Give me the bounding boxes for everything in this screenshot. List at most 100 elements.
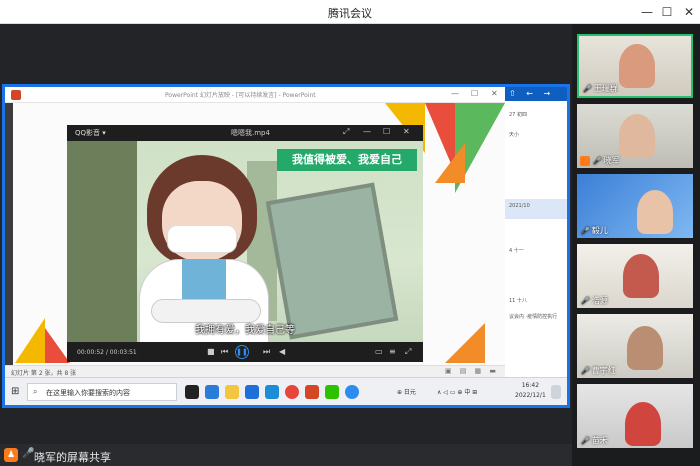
mic-icon: 🎤 (581, 227, 590, 235)
calendar-highlight (505, 199, 567, 219)
stop-icon[interactable]: ■ (207, 347, 215, 356)
player-controls: 00:00:52 / 00:03:51 ■ ⏮ ❚❚ ⏭ ◀ ▭ ≡ ⤢ (67, 342, 423, 362)
title-bar: 腾讯会议 — ☐ ✕ (0, 0, 700, 24)
volume-icon[interactable]: ◀ (279, 347, 285, 356)
player-title-bar: QQ影音 ▾ 嗯嗯我.mp4 ⤢ — ☐ ✕ (67, 125, 423, 141)
powerpoint-window: PowerPoint 幻灯片放映 - [可以持续发言] - PowerPoint… (5, 87, 505, 377)
video-filename: 嗯嗯我.mp4 (231, 129, 270, 137)
calendar-row: 2021/10 (509, 203, 530, 209)
calendar-row: 11 十八 (509, 298, 527, 304)
decor-triangle-bottom-yellow (15, 318, 45, 363)
photos-icon[interactable] (245, 385, 259, 399)
participant-name: 🎤 晓军 (593, 156, 620, 165)
search-icon: ⌕ (33, 387, 38, 396)
participant-name: 🎤 苗禾 (581, 436, 608, 445)
mic-icon: 🎤 (583, 85, 592, 93)
decor-triangle-orange (435, 143, 465, 183)
player-brand[interactable]: QQ影音 ▾ (75, 128, 106, 138)
clock-date: 2022/12/1 (515, 392, 546, 399)
ribbon-icon[interactable] (185, 385, 199, 399)
player-pin-icon[interactable]: ⤢ (343, 127, 349, 137)
video-window-scene (67, 141, 137, 342)
previous-icon[interactable]: ⏮ (221, 347, 228, 357)
ppt-minimize-icon[interactable]: — (451, 89, 459, 98)
chrome-icon[interactable] (285, 385, 299, 399)
slide-counter: 幻灯片 第 2 张，共 8 张 (11, 370, 77, 377)
mic-icon: 🎤 (581, 437, 590, 445)
microphone-icon[interactable]: 🎤 (22, 448, 34, 459)
participant-tile[interactable]: 🎤 曹宇红 (577, 314, 693, 378)
powerpoint-taskbar-icon[interactable] (305, 385, 319, 399)
calendar-row: 议会内 ·疫情防控执行 (509, 314, 558, 320)
user-icon: ♟ (4, 448, 18, 462)
maximize-button[interactable]: ☐ (658, 3, 676, 21)
ppt-title-bar: PowerPoint 幻灯片放映 - [可以持续发言] - PowerPoint… (5, 87, 505, 103)
system-tray-icons[interactable]: ∧ ◁ ▭ ⊕ 中 ⊞ (437, 387, 477, 396)
tencent-meeting-icon[interactable] (345, 385, 359, 399)
participant-tile[interactable]: 🎤 浩源 (577, 244, 693, 308)
mic-icon: 🎤 (593, 157, 602, 165)
video-subtitle: 我拥有爱，我爱自己等 (195, 325, 295, 336)
view-mode-icons[interactable]: ▣ ▤ ▦ ▬ (445, 367, 499, 375)
windows-taskbar: ⊞ ⌕ 在这里输入你要搜索的内容 ⊕ 日元 ∧ ◁ ▭ ⊕ 中 ⊞ 16:42 (5, 377, 567, 405)
participant-name: 🎤 曹宇红 (581, 366, 616, 375)
windows-start-icon[interactable]: ⊞ (11, 386, 19, 397)
clock-time: 16:42 (521, 382, 540, 389)
participant-name: 🎤 浩源 (581, 296, 608, 305)
participant-avatar (619, 114, 655, 158)
doctor-arms (151, 299, 261, 323)
mic-icon: 🎤 (581, 367, 590, 375)
file-explorer-icon[interactable] (225, 385, 239, 399)
participant-avatar (623, 254, 659, 298)
taskbar-clock[interactable]: 16:42 2022/12/1 (515, 381, 546, 401)
notification-icon[interactable] (551, 385, 561, 399)
participant-tile[interactable]: 🎤 苗禾 (577, 384, 693, 448)
participant-name: 🎤 王瑞群 (583, 84, 618, 93)
calendar-row: 天小 (509, 132, 520, 138)
participant-avatar (625, 402, 661, 446)
input-method-indicator[interactable]: ⊕ 日元 (397, 387, 416, 396)
tencent-meeting-window: 腾讯会议 — ☐ ✕ PowerPoint 幻灯片放映 - [可以持续发言] -… (0, 0, 700, 466)
next-icon[interactable]: ⏭ (263, 347, 270, 357)
calendar-row: 4 十一 (509, 248, 524, 254)
video-player: QQ影音 ▾ 嗯嗯我.mp4 ⤢ — ☐ ✕ 我值得被爱、我爱自己 我拥有爱，我… (67, 125, 423, 362)
taskbar-search[interactable]: ⌕ 在这里输入你要搜索的内容 (27, 383, 177, 401)
close-button[interactable]: ✕ (680, 3, 698, 21)
participant-tile[interactable]: 🎤 王瑞群 (577, 34, 693, 98)
ppt-close-icon[interactable]: ✕ (491, 89, 498, 98)
pause-button[interactable]: ❚❚ (235, 345, 249, 359)
participant-video-column: 🎤 王瑞群 🎤 晓军 🎤 毅儿 🎤 浩源 🎤 曹宇红 🎤 苗禾 (572, 24, 700, 466)
player-minimize-icon[interactable]: — (363, 127, 371, 136)
fullscreen-icon[interactable]: ⤢ (405, 347, 411, 357)
subtitle-icon[interactable]: ▭ (375, 347, 383, 356)
screen-share-label: 晓军的屏幕共享 (34, 451, 111, 464)
task-view-icon[interactable] (205, 385, 219, 399)
participant-tile[interactable]: 🎤 毅儿 (577, 174, 693, 238)
video-frame[interactable]: 我值得被爱、我爱自己 我拥有爱，我爱自己等 (67, 141, 423, 342)
participant-name: 🎤 毅儿 (581, 226, 608, 235)
doctor-mask (167, 225, 237, 253)
mic-icon: 🎤 (581, 297, 590, 305)
calendar-row: 27 初四 (509, 112, 527, 118)
meeting-bottom-bar: ♟ 🎤 晓军的屏幕共享 (0, 444, 572, 466)
window-title: 腾讯会议 (328, 7, 372, 20)
minimize-button[interactable]: — (638, 3, 656, 21)
host-badge (580, 156, 590, 166)
ppt-side-strip (5, 103, 13, 365)
shared-screen: PowerPoint 幻灯片放映 - [可以持续发言] - PowerPoint… (2, 84, 570, 408)
participant-avatar (637, 190, 673, 234)
participant-tile[interactable]: 🎤 晓军 (577, 104, 693, 168)
calendar-panel: ⇧ ← → ⌄ 27 初四 天小 2021/10 4 十一 11 十八 议会内 … (505, 87, 567, 377)
wechat-icon[interactable] (325, 385, 339, 399)
main-stage: PowerPoint 幻灯片放映 - [可以持续发言] - PowerPoint… (0, 24, 572, 444)
search-placeholder: 在这里输入你要搜索的内容 (46, 389, 130, 397)
ppt-status-bar: 幻灯片 第 2 张，共 8 张 ▣ ▤ ▦ ▬ (5, 365, 505, 377)
ppt-maximize-icon[interactable]: ☐ (471, 89, 478, 98)
participant-avatar (627, 326, 663, 370)
video-banner: 我值得被爱、我爱自己 (277, 149, 417, 171)
edge-icon[interactable] (265, 385, 279, 399)
player-maximize-icon[interactable]: ☐ (383, 127, 390, 136)
player-close-icon[interactable]: ✕ (403, 127, 410, 136)
settings-icon[interactable]: ≡ (389, 347, 396, 356)
calendar-nav[interactable]: ⇧ ← → ⌄ (505, 87, 567, 107)
